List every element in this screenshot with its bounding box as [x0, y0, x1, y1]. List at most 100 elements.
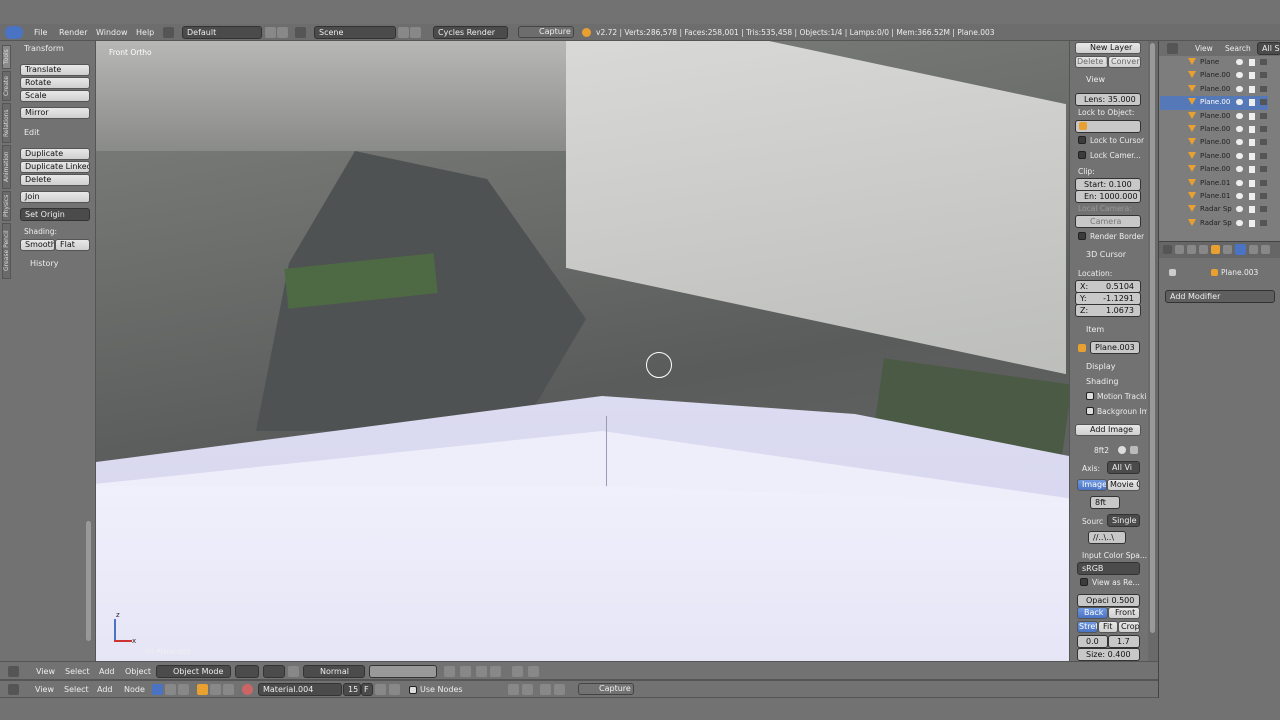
outliner-search-menu[interactable]: Search	[1225, 44, 1251, 53]
3d-cursor-panel-title[interactable]: 3D Cursor	[1086, 250, 1126, 259]
line-style-icon[interactable]	[223, 684, 234, 695]
material-icon[interactable]	[242, 684, 253, 695]
properties-editor-tabs[interactable]	[1159, 242, 1280, 258]
history-panel-title[interactable]: History	[30, 259, 58, 268]
lock-camera-checkbox[interactable]	[1078, 151, 1086, 159]
render-camera-icon[interactable]	[1260, 219, 1267, 226]
render-camera-icon[interactable]	[1260, 99, 1267, 106]
eye-icon[interactable]	[1236, 152, 1243, 159]
local-camera-field[interactable]: Camera	[1075, 215, 1141, 228]
orientation-select[interactable]: Normal	[303, 665, 365, 678]
eye-icon[interactable]	[1236, 206, 1243, 213]
lens-field[interactable]: Lens: 35.000	[1075, 93, 1141, 106]
blender-logo-icon[interactable]	[5, 26, 23, 39]
paste-nodes-icon[interactable]	[554, 684, 565, 695]
snap-node-icon[interactable]	[522, 684, 533, 695]
compositor-nodes-icon[interactable]	[165, 684, 176, 695]
close-screen-icon[interactable]	[277, 27, 288, 38]
color-space-select[interactable]: sRGB	[1077, 562, 1140, 575]
eye-icon[interactable]	[1236, 72, 1243, 79]
movie-clip-tab-button[interactable]: Movie Cl	[1107, 479, 1140, 491]
translate-button[interactable]: Translate	[20, 64, 90, 76]
toolshelf-scrollbar[interactable]	[86, 521, 91, 641]
outliner-row[interactable]: Radar Sp	[1160, 217, 1268, 231]
select-arrow-icon[interactable]	[1249, 72, 1255, 80]
outliner-row[interactable]: Plane.00	[1160, 136, 1268, 150]
render-camera-icon[interactable]	[1260, 166, 1267, 173]
tab-create[interactable]: Create	[2, 71, 11, 101]
render-camera-icon[interactable]	[1260, 72, 1267, 79]
node-add-menu[interactable]: Add	[97, 685, 113, 694]
scale-button[interactable]: Scale	[20, 90, 90, 102]
fake-user-button[interactable]: F	[361, 683, 373, 696]
shading-panel-title[interactable]: Shading	[1086, 377, 1119, 386]
lock-layers-icon[interactable]	[444, 666, 455, 677]
select-menu[interactable]: Select	[65, 667, 90, 676]
select-arrow-icon[interactable]	[1249, 166, 1255, 174]
3d-cursor[interactable]	[646, 352, 672, 378]
outliner-row[interactable]: Plane	[1160, 56, 1268, 70]
outliner-editor-icon[interactable]	[1167, 43, 1178, 54]
eye-icon[interactable]	[1236, 85, 1243, 92]
render-camera-icon[interactable]	[1260, 112, 1267, 119]
lock-to-cursor-checkbox[interactable]	[1078, 136, 1086, 144]
set-origin-select[interactable]: Set Origin	[20, 208, 90, 221]
select-arrow-icon[interactable]	[1249, 152, 1255, 160]
scene-icon[interactable]	[295, 27, 306, 38]
clip-end-field[interactable]: En: 1000.000	[1075, 190, 1141, 203]
display-panel-title[interactable]: Display	[1086, 362, 1116, 371]
node-capture-button[interactable]: Capture	[578, 683, 634, 695]
eye-icon[interactable]	[1236, 166, 1243, 173]
backdrop-icon[interactable]	[508, 684, 519, 695]
tab-tools[interactable]: Tools	[2, 45, 11, 69]
outliner-row[interactable]: Plane.00	[1160, 110, 1268, 124]
duplicate-button[interactable]: Duplicate	[20, 148, 90, 160]
outliner-row[interactable]: Plane.00	[1160, 69, 1268, 83]
close-scene-icon[interactable]	[410, 27, 421, 38]
outliner-row[interactable]: Radar Sp	[1160, 203, 1268, 217]
outliner-row[interactable]: Plane.01	[1160, 177, 1268, 191]
3d-viewport[interactable]: Front Ortho z x (0) Plane.003	[96, 41, 1069, 661]
properties-scrollbar[interactable]	[1148, 41, 1158, 661]
background-images-checkbox[interactable]	[1086, 407, 1094, 415]
editor-type-icon[interactable]	[8, 666, 19, 677]
add-screen-icon[interactable]	[265, 27, 276, 38]
render-engine-select[interactable]: Cycles Render	[433, 26, 508, 39]
tab-relations[interactable]: Relations	[2, 103, 11, 143]
delete-frame-button[interactable]: Delete Fr	[1075, 56, 1108, 68]
convert-button[interactable]: Convert	[1108, 56, 1141, 68]
node-editor-type-icon[interactable]	[8, 684, 19, 695]
snap-element-icon[interactable]	[490, 666, 501, 677]
add-image-button[interactable]: Add Image	[1075, 424, 1141, 436]
menu-render[interactable]: Render	[59, 28, 87, 37]
item-panel-title[interactable]: Item	[1086, 325, 1104, 334]
copy-nodes-icon[interactable]	[540, 684, 551, 695]
duplicate-linked-button[interactable]: Duplicate Linked	[20, 161, 90, 173]
lock-object-field[interactable]	[1075, 120, 1141, 133]
motion-tracking-checkbox[interactable]	[1086, 392, 1094, 400]
material-name-field[interactable]: Material.004	[258, 683, 342, 696]
proportional-edit-icon[interactable]	[460, 666, 471, 677]
screen-layout-field[interactable]: Default	[182, 26, 262, 39]
image-name-field[interactable]: 8ft	[1090, 496, 1120, 509]
tab-animation[interactable]: Animation	[2, 145, 11, 189]
select-arrow-icon[interactable]	[1249, 193, 1255, 200]
eye-icon[interactable]	[1236, 59, 1243, 65]
front-button[interactable]: Front	[1108, 607, 1140, 619]
outliner-view-menu[interactable]: View	[1195, 44, 1213, 53]
use-nodes-checkbox[interactable]	[409, 686, 417, 694]
offset-y-field[interactable]: 1.7	[1108, 635, 1140, 648]
close-icon[interactable]	[1130, 446, 1138, 454]
image-tab-button[interactable]: Image	[1077, 479, 1107, 491]
crop-button[interactable]: Crop	[1118, 621, 1140, 633]
size-field[interactable]: Size: 0.400	[1077, 648, 1140, 661]
render-camera-icon[interactable]	[1260, 193, 1267, 199]
capture-button[interactable]: Capture	[518, 26, 574, 38]
item-name-field[interactable]: Plane.003	[1090, 341, 1140, 354]
shader-nodes-icon[interactable]	[152, 684, 163, 695]
scene-field[interactable]: Scene	[314, 26, 396, 39]
smooth-button[interactable]: Smooth	[20, 239, 55, 251]
select-arrow-icon[interactable]	[1249, 126, 1255, 133]
select-arrow-icon[interactable]	[1249, 139, 1255, 147]
pin-icon[interactable]	[1169, 269, 1176, 276]
